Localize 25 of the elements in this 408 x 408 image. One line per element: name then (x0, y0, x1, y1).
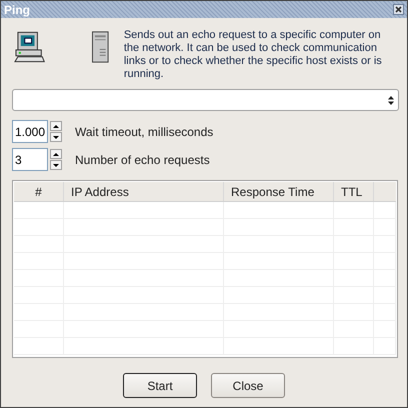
column-header[interactable]: IP Address (64, 182, 224, 201)
column-header[interactable]: # (14, 182, 64, 201)
increment-button[interactable] (50, 121, 62, 131)
window-title: Ping (4, 2, 30, 18)
decrement-button[interactable] (50, 160, 62, 170)
dropdown-icon (388, 96, 394, 104)
column-header[interactable]: Response Time (224, 182, 334, 201)
close-button[interactable]: Close (211, 373, 285, 398)
host-combo-box[interactable] (12, 89, 399, 111)
server-icon (92, 31, 109, 63)
number-field[interactable]: 1.000 (12, 120, 48, 143)
down-arrow-icon (53, 164, 59, 166)
column-header[interactable]: TTL (334, 182, 374, 201)
increment-button[interactable] (50, 149, 62, 159)
decrement-button[interactable] (50, 132, 62, 142)
computer-icon (14, 31, 46, 63)
up-arrow-icon (53, 124, 59, 128)
start-button[interactable]: Start (123, 373, 197, 398)
up-arrow-icon (53, 152, 59, 156)
number-field[interactable]: 3 (12, 148, 48, 171)
spinner-label: Number of echo requests (75, 152, 210, 168)
close-icon[interactable] (393, 4, 404, 15)
down-arrow-icon (53, 136, 59, 138)
spinner-label: Wait timeout, milliseconds (75, 124, 214, 140)
description-text: Sends out an echo request to a specific computer on the network. It can be used to check communication links or to check whether the specific host exists or is running. (124, 29, 383, 81)
